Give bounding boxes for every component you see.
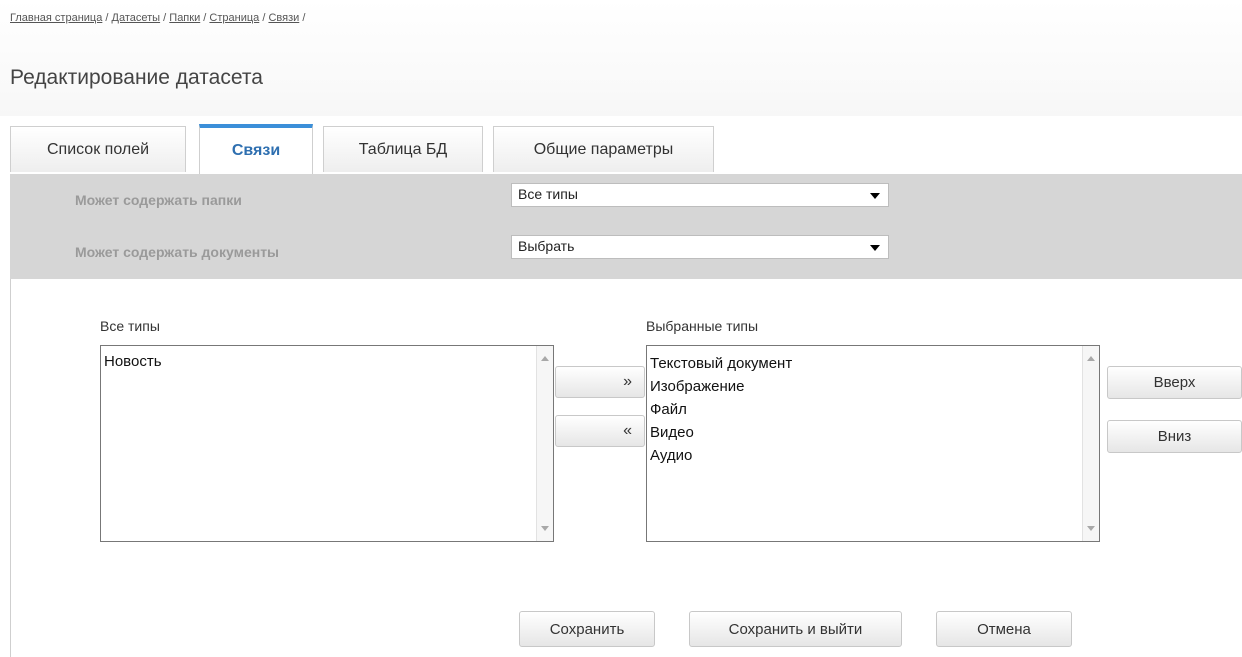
scroll-down-icon[interactable] xyxy=(541,526,549,531)
folders-select[interactable]: Все типы xyxy=(511,183,889,207)
folders-select-value: Все типы xyxy=(518,186,578,202)
breadcrumb-folders-link[interactable]: Папки xyxy=(169,12,200,24)
breadcrumb-links-link[interactable]: Связи xyxy=(268,12,299,24)
all-types-label: Все типы xyxy=(100,318,160,334)
scrollbar[interactable] xyxy=(536,346,553,541)
breadcrumb-datasets-link[interactable]: Датасеты xyxy=(112,12,161,24)
page-title: Редактирование датасета xyxy=(10,66,263,89)
add-type-button[interactable]: » xyxy=(555,366,645,398)
breadcrumb-page-link[interactable]: Страница xyxy=(209,12,259,24)
breadcrumb-separator: / xyxy=(203,12,207,24)
scroll-up-icon[interactable] xyxy=(1087,356,1095,361)
tab-general-params[interactable]: Общие параметры xyxy=(493,126,714,172)
list-item[interactable]: Новость xyxy=(104,350,533,373)
documents-select[interactable]: Выбрать xyxy=(511,235,889,259)
documents-label: Может содержать документы xyxy=(75,244,280,260)
content-border xyxy=(10,279,11,657)
move-up-button[interactable]: Вверх xyxy=(1107,366,1242,399)
save-button[interactable]: Сохранить xyxy=(519,611,655,647)
remove-type-button[interactable]: « xyxy=(555,415,645,447)
settings-panel: Может содержать папки Все типы Может сод… xyxy=(10,174,1242,279)
tab-db-table[interactable]: Таблица БД xyxy=(323,126,483,172)
tab-links[interactable]: Связи xyxy=(199,124,313,174)
move-down-button[interactable]: Вниз xyxy=(1107,420,1242,453)
breadcrumb-separator: / xyxy=(302,12,306,24)
folders-label: Может содержать папки xyxy=(75,192,242,208)
selected-types-items: Текстовый документ Изображение Файл Виде… xyxy=(650,352,1079,467)
documents-select-value: Выбрать xyxy=(518,238,575,254)
scroll-up-icon[interactable] xyxy=(541,356,549,361)
tab-fields-list[interactable]: Список полей xyxy=(10,126,186,172)
list-item[interactable]: Файл xyxy=(650,398,1079,421)
save-and-exit-button[interactable]: Сохранить и выйти xyxy=(689,611,902,647)
list-item[interactable]: Видео xyxy=(650,421,1079,444)
chevron-down-icon xyxy=(870,193,880,199)
scroll-down-icon[interactable] xyxy=(1087,526,1095,531)
all-types-items: Новость xyxy=(104,350,533,373)
scrollbar[interactable] xyxy=(1082,346,1099,541)
chevron-down-icon xyxy=(870,245,880,251)
breadcrumb-separator: / xyxy=(163,12,167,24)
list-item[interactable]: Изображение xyxy=(650,375,1079,398)
cancel-button[interactable]: Отмена xyxy=(936,611,1072,647)
list-item[interactable]: Текстовый документ xyxy=(650,352,1079,375)
breadcrumb-home-link[interactable]: Главная страница xyxy=(10,12,102,24)
list-item[interactable]: Аудио xyxy=(650,444,1079,467)
selected-types-label: Выбранные типы xyxy=(646,318,759,334)
breadcrumb-separator: / xyxy=(105,12,109,24)
all-types-listbox[interactable]: Новость xyxy=(100,345,554,542)
breadcrumb-separator: / xyxy=(262,12,266,24)
selected-types-listbox[interactable]: Текстовый документ Изображение Файл Виде… xyxy=(646,345,1100,542)
breadcrumb: Главная страница / Датасеты / Папки / Ст… xyxy=(10,12,305,24)
